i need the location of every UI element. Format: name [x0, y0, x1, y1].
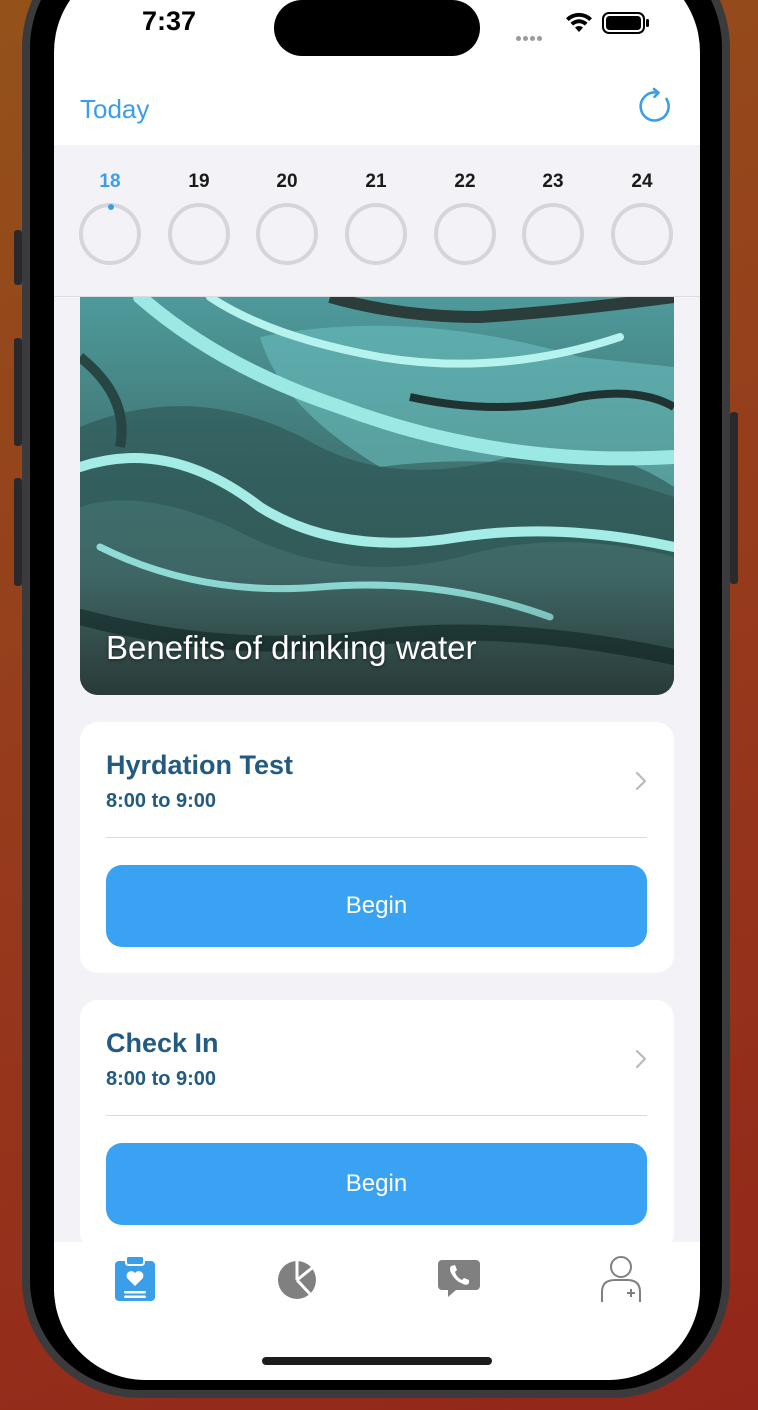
task-title: Check In [106, 1028, 219, 1058]
day-number: 23 [542, 171, 564, 192]
day-number: 19 [188, 171, 210, 192]
status-time: 7:37 [142, 6, 197, 36]
day-21[interactable]: 21 [344, 145, 408, 265]
status-icons [516, 10, 656, 41]
volume-up-button [14, 338, 22, 446]
task-card-check-in[interactable]: Check In 8:00 to 9:00 Begin [80, 1000, 674, 1242]
dynamic-island [274, 0, 480, 56]
week-strip: 18 19 20 21 22 23 24 [54, 145, 700, 297]
nav-title-today[interactable]: Today [80, 94, 149, 125]
day-23[interactable]: 23 [521, 145, 585, 265]
day-number: 20 [276, 171, 298, 192]
card-divider [106, 1115, 647, 1116]
begin-button[interactable]: Begin [106, 865, 647, 947]
tab-charts[interactable] [272, 1252, 322, 1302]
day-20[interactable]: 20 [255, 145, 319, 265]
day-24[interactable]: 24 [610, 145, 674, 265]
tab-tasks[interactable] [110, 1252, 160, 1302]
tab-contact[interactable] [434, 1252, 484, 1302]
day-progress-ring [168, 203, 230, 265]
mute-switch [14, 230, 22, 285]
power-button [730, 412, 738, 584]
day-number: 18 [99, 171, 121, 192]
day-progress-ring [256, 203, 318, 265]
refresh-icon[interactable] [636, 86, 676, 126]
cellular-signal-icon [516, 28, 544, 46]
day-number: 22 [454, 171, 476, 192]
day-progress-ring [345, 203, 407, 265]
day-22[interactable]: 22 [433, 145, 497, 265]
day-19[interactable]: 19 [167, 145, 231, 265]
day-progress-ring [79, 203, 141, 265]
task-time: 8:00 to 9:00 [106, 1068, 217, 1090]
progress-dot [108, 204, 114, 210]
day-number: 24 [631, 171, 653, 192]
hero-card[interactable]: Benefits of drinking water [80, 297, 674, 695]
task-list[interactable]: Benefits of drinking water Hyrdation Tes… [54, 297, 700, 1242]
task-card-hydration[interactable]: Hyrdation Test 8:00 to 9:00 Begin [80, 722, 674, 973]
tab-profile[interactable] [596, 1252, 646, 1302]
day-number: 21 [365, 171, 387, 192]
profile-icon [601, 1256, 641, 1302]
hero-caption: Benefits of drinking water [106, 629, 477, 666]
task-title: Hyrdation Test [106, 750, 294, 780]
volume-down-button [14, 478, 22, 586]
home-indicator[interactable] [262, 1357, 492, 1365]
chat-phone-icon [438, 1260, 480, 1297]
clipboard-heart-icon [115, 1255, 155, 1301]
chevron-right-icon[interactable] [634, 770, 648, 792]
day-progress-ring [434, 203, 496, 265]
day-progress-ring [522, 203, 584, 265]
wifi-icon [566, 12, 592, 32]
task-time: 8:00 to 9:00 [106, 790, 217, 812]
card-divider [106, 837, 647, 838]
screen: 7:37 Today 18 19 20 21 22 23 24 Benefits… [54, 0, 700, 1380]
battery-icon [602, 12, 649, 34]
pie-chart-icon [278, 1261, 316, 1299]
begin-button[interactable]: Begin [106, 1143, 647, 1225]
day-progress-ring [611, 203, 673, 265]
day-18[interactable]: 18 [78, 145, 142, 265]
chevron-right-icon[interactable] [634, 1048, 648, 1070]
